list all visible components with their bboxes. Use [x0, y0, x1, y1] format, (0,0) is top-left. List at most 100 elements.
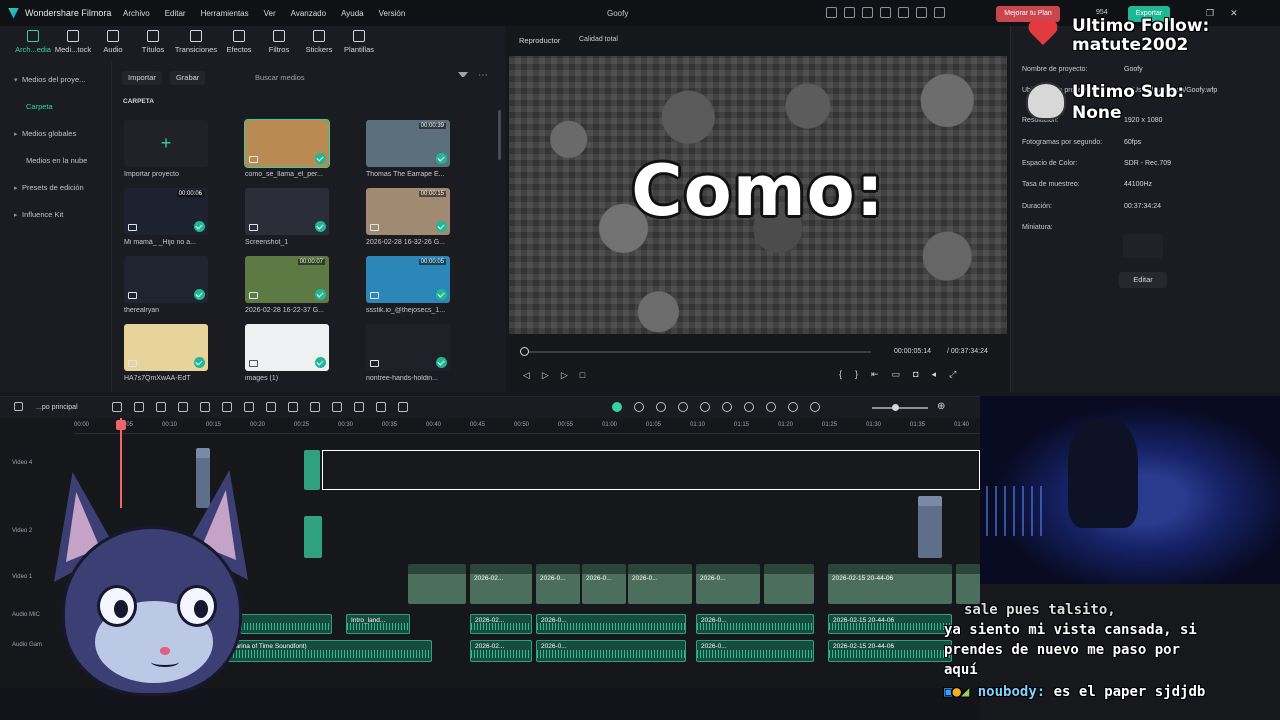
tab-audio[interactable]: Audio: [93, 30, 133, 54]
account-icon[interactable]: [934, 7, 945, 18]
media-thumbnail[interactable]: 00:00:07: [245, 256, 329, 303]
video-clip[interactable]: 2026-02...: [470, 564, 532, 604]
media-item[interactable]: 00:00:06 Mi mamá_ _Hijo no a...: [124, 188, 210, 246]
volume-icon[interactable]: ◂: [932, 369, 937, 380]
video-clip[interactable]: [408, 564, 466, 604]
select-icon[interactable]: [134, 402, 144, 412]
media-scrollbar[interactable]: [498, 110, 501, 160]
audio-clip[interactable]: 2026-0...: [536, 640, 686, 662]
media-item[interactable]: 00:00:39 Thomas The Earrape E...: [366, 120, 452, 178]
tab-titles[interactable]: Títulos: [133, 30, 173, 54]
sidebar-item-influence-kit[interactable]: ▸ Influence Kit: [0, 201, 111, 228]
more-options-icon[interactable]: ⋯: [478, 70, 488, 81]
tab-effects[interactable]: Efectos: [219, 30, 259, 54]
menu-avanzado[interactable]: Avanzado: [291, 9, 326, 18]
project-thumbnail[interactable]: [1123, 234, 1163, 258]
preview-canvas[interactable]: Como:: [509, 56, 1007, 334]
playback-scrubber[interactable]: [523, 351, 871, 353]
scrubber-handle[interactable]: [520, 347, 529, 356]
mark-out-icon[interactable]: }: [855, 369, 858, 380]
zoom-slider[interactable]: [872, 407, 928, 409]
record-button[interactable]: Grabar: [169, 71, 206, 85]
media-item[interactable]: Screenshot_1: [245, 188, 331, 246]
media-thumbnail[interactable]: [124, 324, 208, 371]
timeline-ruler[interactable]: 00:00 00:05 00:10 00:15 00:20 00:25 00:3…: [74, 418, 980, 434]
shield-icon[interactable]: [700, 402, 710, 412]
group-icon[interactable]: [398, 402, 408, 412]
delete-icon[interactable]: [200, 402, 210, 412]
color-icon[interactable]: [376, 402, 386, 412]
video-clip[interactable]: [764, 564, 814, 604]
audio-clip[interactable]: 2026-0...: [696, 614, 814, 634]
menu-ayuda[interactable]: Ayuda: [341, 9, 364, 18]
speed-icon[interactable]: [354, 402, 364, 412]
play-icon[interactable]: ▷: [542, 370, 549, 381]
media-thumbnail[interactable]: [245, 324, 329, 371]
tab-stickers[interactable]: Stickers: [299, 30, 339, 54]
snapshot-icon[interactable]: ◘: [913, 369, 918, 380]
previous-frame-icon[interactable]: ◁: [523, 370, 530, 381]
media-item[interactable]: 00:00:05 ssstik.io_@thejosecs_1...: [366, 256, 452, 314]
menu-editar[interactable]: Editar: [165, 9, 186, 18]
menu-archivo[interactable]: Archivo: [123, 9, 150, 18]
tab-templates[interactable]: Plantillas: [339, 30, 379, 54]
video-clip[interactable]: 2026-0...: [628, 564, 692, 604]
marker-icon[interactable]: [678, 402, 688, 412]
snap-icon[interactable]: [612, 402, 622, 412]
microphone-icon[interactable]: [722, 402, 732, 412]
filter-icon[interactable]: [458, 72, 468, 82]
audio-clip[interactable]: 2026-0...: [696, 640, 814, 662]
sidebar-item-edit-presets[interactable]: ▸ Presets de edición: [0, 174, 111, 201]
media-thumbnail[interactable]: [366, 324, 450, 371]
subtitle-icon[interactable]: [766, 402, 776, 412]
video-clip[interactable]: [304, 450, 320, 490]
video-clip[interactable]: [956, 564, 980, 604]
media-item[interactable]: como_se_llama_el_per...: [244, 119, 331, 178]
media-thumbnail[interactable]: [244, 119, 330, 168]
media-thumbnail[interactable]: 00:00:15: [366, 188, 450, 235]
audio-clip[interactable]: Intro_land...: [346, 614, 410, 634]
align-icon[interactable]: ⇤: [871, 369, 879, 380]
ai-icon[interactable]: [634, 402, 644, 412]
audio-clip[interactable]: 2026-02-15 20-44-06: [828, 640, 952, 662]
gift-icon[interactable]: [826, 7, 837, 18]
media-item[interactable]: nontree-hands-holdin...: [366, 324, 452, 382]
zoom-out-icon[interactable]: [810, 402, 820, 412]
transform-icon[interactable]: [288, 402, 298, 412]
menu-version[interactable]: Versión: [379, 9, 406, 18]
split-icon[interactable]: [222, 402, 232, 412]
video-clip[interactable]: 2026-02-15 20-44-06: [828, 564, 952, 604]
feedback-icon[interactable]: [862, 7, 873, 18]
video-clip[interactable]: 2026-0...: [696, 564, 760, 604]
media-item[interactable]: + Importar proyecto: [124, 120, 210, 178]
media-item[interactable]: HA7s7QmXwAA-EdT: [124, 324, 210, 382]
audio-clip[interactable]: 2026-02...: [470, 640, 532, 662]
sidebar-item-global-media[interactable]: ▸ Medios globales: [0, 120, 111, 147]
video-clip[interactable]: 2026-0...: [536, 564, 580, 604]
selected-clip[interactable]: [322, 450, 980, 490]
menu-herramientas[interactable]: Herramientas: [201, 9, 249, 18]
media-thumbnail[interactable]: 00:00:05: [366, 256, 450, 303]
media-item[interactable]: images (1): [245, 324, 331, 382]
tab-media[interactable]: Arch...edia: [13, 30, 53, 54]
undo-icon[interactable]: [156, 402, 166, 412]
audio-clip[interactable]: 2026-0...: [536, 614, 686, 634]
media-item[interactable]: therealryan: [124, 256, 210, 314]
mixer-icon[interactable]: [744, 402, 754, 412]
stop-icon[interactable]: □: [580, 370, 585, 381]
media-item[interactable]: 00:00:15 2026-02-28 16-32-26 G...: [366, 188, 452, 246]
zoom-slider-handle[interactable]: [892, 404, 899, 411]
mark-in-icon[interactable]: {: [839, 369, 842, 380]
video-clip[interactable]: [304, 516, 322, 558]
menu-ver[interactable]: Ver: [264, 9, 276, 18]
render-icon[interactable]: [656, 402, 666, 412]
sidebar-item-project-media[interactable]: ▾ Medios del proye...: [0, 66, 111, 93]
sidebar-item-folder[interactable]: Carpeta: [0, 93, 111, 120]
tab-filters[interactable]: Filtros: [259, 30, 299, 54]
keyframe-icon[interactable]: [310, 402, 320, 412]
import-project-tile[interactable]: +: [124, 120, 208, 167]
media-item[interactable]: 00:00:07 2026-02-28 16-22-37 G...: [245, 256, 331, 314]
grid-icon[interactable]: [112, 402, 122, 412]
crop-icon[interactable]: [244, 402, 254, 412]
play-outline-icon[interactable]: ▷: [561, 370, 568, 381]
